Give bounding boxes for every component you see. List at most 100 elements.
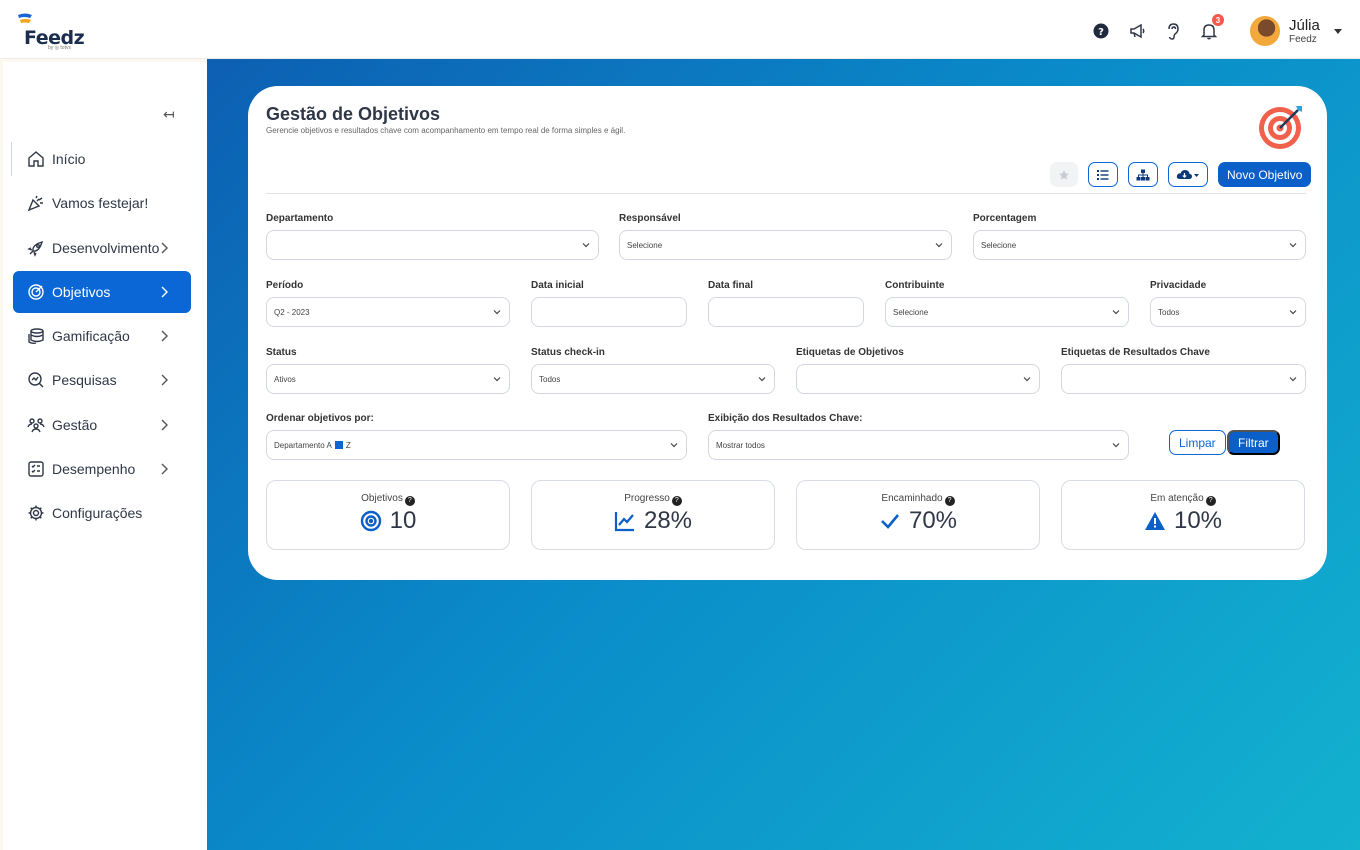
stat-card-progresso: Progresso? 28% [531,480,775,550]
sidebar-item-label: Configurações [52,505,143,522]
responsavel-select[interactable]: Selecione [619,230,952,260]
sidebar-item-label: Pesquisas [52,372,117,389]
sidebar-nav: Início Vamos festejar! Desenvolvimento O… [11,138,191,537]
sidebar-item-desenvolvimento[interactable]: Desenvolvimento [13,227,191,269]
porcentagem-select[interactable]: Selecione [973,230,1306,260]
data-inicial-field: Data inicial [531,280,687,327]
ear-icon[interactable] [1162,20,1184,42]
user-name: Júlia [1289,16,1320,34]
etiquetas-kr-select[interactable] [1061,364,1306,394]
brand-by: by ◎ totvs [48,45,71,51]
sidebar-item-desempenho[interactable]: Desempenho [13,448,191,490]
chevron-right-icon [161,286,168,298]
list-view-button[interactable] [1088,162,1118,187]
sidebar-item-inicio[interactable]: Início [11,138,191,180]
help-icon[interactable]: ? [944,496,955,506]
favorite-button[interactable] [1050,162,1078,187]
stat-label: Progresso [624,493,670,504]
megaphone-icon[interactable] [1126,20,1148,42]
stat-card-objetivos: Objetivos? 10 [266,480,510,550]
chevron-down-icon [1112,310,1120,315]
target-arrow-icon [1259,106,1302,149]
avatar[interactable] [1250,16,1280,46]
chevron-right-icon [161,374,168,386]
ordenar-value-a: Departamento A [274,440,332,450]
privacidade-field: Privacidade Todos [1150,280,1306,327]
clear-filters-button[interactable]: Limpar [1169,430,1226,455]
sidebar-item-label: Início [52,151,86,167]
exibicao-select[interactable]: Mostrar todos [708,430,1129,460]
help-icon[interactable]: ? [404,496,415,506]
sidebar-item-vamos-festejar[interactable]: Vamos festejar! [13,182,191,224]
contribuinte-select[interactable]: Selecione [885,297,1129,327]
bell-icon[interactable]: 3 [1198,14,1224,42]
etiquetas-objetivos-label: Etiquetas de Objetivos [796,347,904,358]
sort-arrow-icon [334,441,343,449]
hierarchy-view-button[interactable] [1128,162,1158,187]
divider [266,193,1306,194]
feedz-logo[interactable]: Feedz by ◎ totvs [16,12,86,52]
rocket-icon [27,240,44,257]
top-bar: Feedz by ◎ totvs ? 3 Júlia Feedz [0,0,1360,59]
chevron-down-icon [1023,377,1031,382]
coins-icon [28,328,44,345]
porcentagem-field: Porcentagem Selecione [973,213,1306,260]
status-checkin-value: Todos [539,374,561,384]
user-caret-icon[interactable] [1333,28,1342,34]
sidebar-item-gamificacao[interactable]: Gamificação [13,315,191,357]
ordenar-field: Ordenar objetivos por: Departamento A Z [266,413,687,460]
contribuinte-value: Selecione [893,307,929,317]
status-checkin-label: Status check-in [531,347,605,358]
help-icon[interactable]: ? [671,496,682,506]
periodo-select[interactable]: Q2 - 2023 [266,297,510,327]
status-select[interactable]: Ativos [266,364,510,394]
warning-icon [1144,512,1165,530]
stat-label: Em atenção [1150,493,1204,504]
sidebar-item-gestao[interactable]: Gestão [13,404,191,446]
sidebar-item-objetivos[interactable]: Objetivos [13,270,191,313]
sidebar-item-configuracoes[interactable]: Configurações [13,492,191,534]
gear-icon [28,505,44,521]
user-company: Feedz [1289,33,1317,45]
etiquetas-objetivos-select[interactable] [796,364,1040,394]
chevron-right-icon [161,463,168,475]
ordenar-select[interactable]: Departamento A Z [266,430,687,460]
search-icon [28,372,44,388]
stat-value: 10% [1173,507,1223,534]
chevron-down-icon [1289,377,1297,382]
collapse-sidebar-icon[interactable]: ↤ [163,106,175,123]
status-checkin-select[interactable]: Todos [531,364,775,394]
sidebar-item-label: Vamos festejar! [52,195,149,212]
chevron-down-icon [1289,243,1297,248]
check-icon [881,514,899,529]
chevron-down-icon [670,443,678,448]
contribuinte-label: Contribuinte [885,280,945,291]
help-icon[interactable]: ? [1205,496,1216,506]
chevron-down-icon [493,377,501,382]
target-icon [28,284,44,300]
help-icon[interactable]: ? [1090,20,1112,42]
new-objective-button[interactable]: Novo Objetivo [1218,162,1312,187]
status-label: Status [266,347,297,358]
porcentagem-value: Selecione [981,240,1017,250]
checklist-icon [28,461,44,477]
header-actions: ? 3 [1090,14,1224,42]
cloud-export-button[interactable] [1168,162,1208,187]
sidebar-item-label: Gestão [52,416,98,433]
responsavel-value: Selecione [627,240,663,250]
stat-label: Objetivos [361,493,403,504]
departamento-select[interactable] [266,230,599,260]
sidebar-item-pesquisas[interactable]: Pesquisas [13,359,191,401]
user-menu[interactable]: Júlia Feedz [1250,16,1342,46]
privacidade-select[interactable]: Todos [1150,297,1306,327]
apply-filters-button[interactable]: Filtrar [1227,430,1280,455]
periodo-value: Q2 - 2023 [274,307,310,317]
chevron-right-icon [161,419,168,431]
sidebar-item-label: Objetivos [52,283,111,300]
cloud-download-icon [1176,169,1199,179]
status-value: Ativos [274,374,296,384]
ordenar-value-b: Z [345,440,351,450]
data-final-label: Data final [708,280,754,291]
data-inicial-input[interactable] [531,297,687,327]
data-final-input[interactable] [708,297,864,327]
